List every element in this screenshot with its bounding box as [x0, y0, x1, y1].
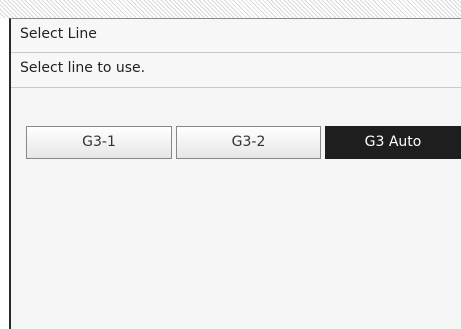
line-g3-1-button[interactable]: G3-1 [26, 126, 172, 159]
line-g3-2-button[interactable]: G3-2 [176, 126, 321, 159]
title-bar: Select Line [11, 19, 461, 53]
select-line-dialog: Select Line Select line to use. G3-1 G3-… [9, 18, 461, 329]
message-area: Select line to use. [11, 53, 461, 88]
top-decorative-border [0, 0, 461, 18]
dialog-message: Select line to use. [20, 60, 146, 76]
line-g3-auto-button[interactable]: G3 Auto [325, 126, 461, 159]
dialog-title: Select Line [20, 26, 97, 42]
